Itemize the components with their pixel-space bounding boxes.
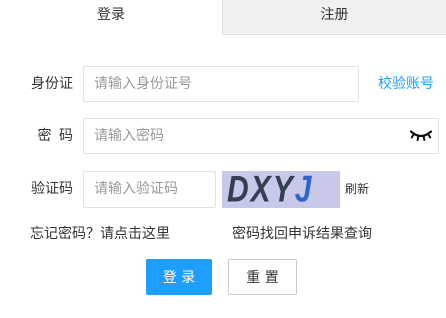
captcha-label: 验证码 [31, 181, 73, 197]
password-input[interactable] [83, 118, 439, 154]
id-card-label: 身份证 [31, 76, 73, 92]
captcha-char: D [227, 171, 249, 208]
captcha-char: X [250, 171, 271, 208]
appeal-result-query-link[interactable]: 密码找回申诉结果查询 [232, 224, 372, 244]
login-button[interactable]: 登 录 [146, 259, 212, 295]
id-card-input[interactable] [83, 66, 359, 102]
captcha-char: J [294, 171, 312, 208]
password-field [83, 118, 439, 154]
captcha-image[interactable]: D X Y J [222, 171, 340, 208]
captcha-input[interactable] [83, 171, 216, 208]
refresh-captcha-link[interactable]: 刷新 [345, 171, 369, 208]
eye-closed-icon[interactable] [409, 129, 433, 143]
forgot-password-link[interactable]: 忘记密码？请点击这里 [30, 224, 170, 244]
captcha-char: Y [272, 171, 293, 208]
login-form: 身份证 校验账号 密 码 验证码 D X Y J 刷新 忘记密码？请点击这里 密… [0, 0, 446, 318]
verify-account-link[interactable]: 校验账号 [378, 66, 434, 102]
reset-button[interactable]: 重 置 [228, 259, 297, 295]
password-label: 密 码 [37, 128, 73, 144]
eye-closed-icon-graphic [409, 130, 433, 141]
